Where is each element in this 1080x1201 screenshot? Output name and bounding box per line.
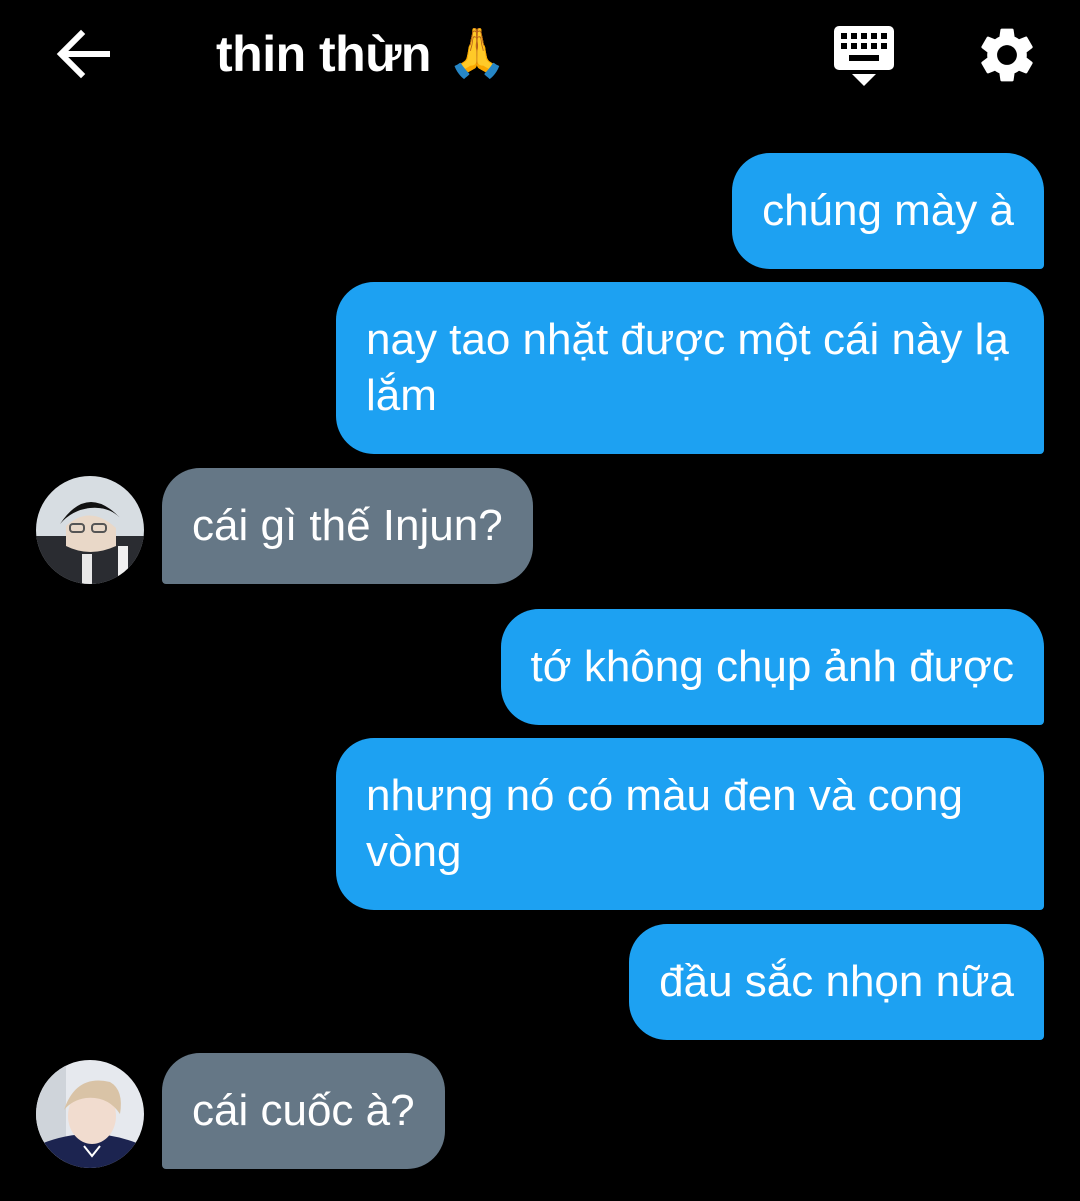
message-bubble-sent[interactable]: nay tao nhặt được một cái này lạ lắm <box>336 282 1044 454</box>
folded-hands-emoji: 🙏 <box>446 27 507 80</box>
message-bubble-received[interactable]: cái gì thế Injun? <box>162 468 533 584</box>
message-bubble-sent[interactable]: chúng mày à <box>732 153 1044 269</box>
arrow-left-icon <box>56 29 110 79</box>
gear-icon <box>981 28 1033 82</box>
avatar-light-hair <box>36 1060 144 1168</box>
avatar-dark-hair <box>36 476 144 584</box>
chat-header: thin thừn 🙏 <box>0 0 1080 110</box>
back-button[interactable] <box>52 26 114 82</box>
settings-button[interactable] <box>974 22 1040 88</box>
message-bubble-received[interactable]: cái cuốc à? <box>162 1053 445 1169</box>
keyboard-button[interactable] <box>832 24 896 88</box>
message-bubble-sent[interactable]: tớ không chụp ảnh được <box>500 609 1044 725</box>
message-bubble-sent[interactable]: nhưng nó có màu đen và cong vòng <box>336 738 1044 910</box>
message-bubble-sent[interactable]: đầu sắc nhọn nữa <box>629 924 1044 1040</box>
keyboard-icon <box>834 26 894 86</box>
avatar[interactable] <box>36 476 144 584</box>
avatar[interactable] <box>36 1060 144 1168</box>
page-title: thin thừn <box>216 26 431 82</box>
conversation-title: thin thừn 🙏 <box>216 22 507 86</box>
